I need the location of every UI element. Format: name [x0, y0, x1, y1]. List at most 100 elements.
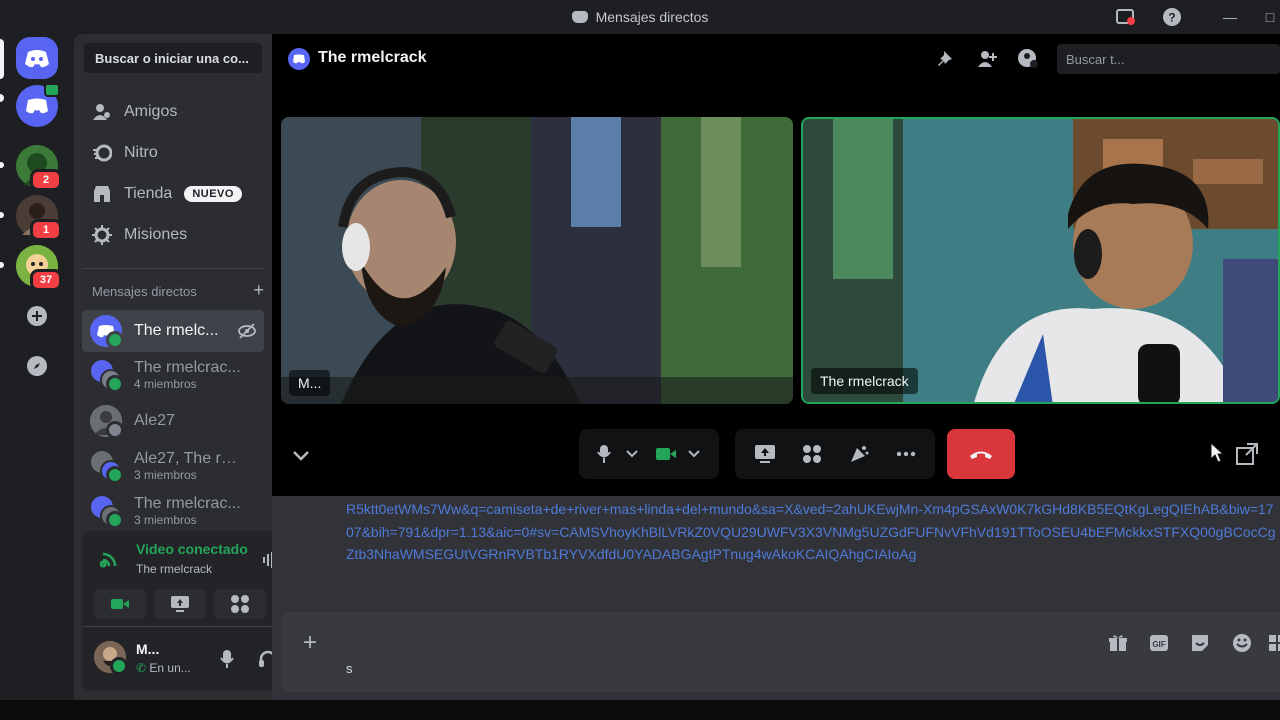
- soundboard-icon: [850, 446, 868, 462]
- user-name[interactable]: M...: [136, 641, 159, 657]
- nav-shop[interactable]: Tienda NUEVO: [82, 174, 264, 214]
- message-link[interactable]: R5ktt0etWMs7Ww&q=camiseta+de+river+mas+l…: [346, 498, 1276, 566]
- video-feed-2: [803, 119, 1278, 402]
- voice-status[interactable]: Video conectado: [136, 541, 248, 557]
- mute-button[interactable]: [216, 648, 238, 670]
- server-avatar-2[interactable]: 1: [16, 195, 62, 241]
- video-tile-1[interactable]: M...: [281, 117, 793, 404]
- server-avatar-1[interactable]: 2: [16, 145, 62, 191]
- soundboard-button[interactable]: [839, 434, 879, 474]
- screen-share-button[interactable]: [154, 589, 206, 619]
- dm-search-button[interactable]: Buscar o iniciar una co...: [84, 43, 262, 73]
- camera-options-chevron-icon[interactable]: [685, 434, 703, 474]
- dm-name: The rmelcrac...: [134, 359, 241, 376]
- server-avatar-3[interactable]: 37: [16, 245, 62, 291]
- voice-channel[interactable]: The rmelcrack: [136, 562, 212, 576]
- av-controls: [579, 429, 719, 479]
- emoji-icon[interactable]: [1231, 632, 1253, 654]
- server-rail: 2 1 37: [0, 34, 74, 700]
- help-icon[interactable]: ?: [1160, 6, 1184, 28]
- maximize-icon[interactable]: □: [1258, 6, 1280, 28]
- more-options-button[interactable]: [886, 434, 926, 474]
- call-actions: [735, 429, 935, 479]
- dm-header: Mensajes directos +: [92, 281, 264, 299]
- participant-name: The rmelcrack: [811, 368, 918, 394]
- attach-plus-icon[interactable]: +: [299, 629, 321, 656]
- discord-logo-icon: [571, 11, 588, 23]
- dm-sidebar: Buscar o iniciar una co... Amigos Nitro …: [74, 34, 338, 700]
- screen-share-button[interactable]: [745, 434, 785, 474]
- unread-badge: 1: [30, 219, 62, 241]
- discover-button[interactable]: [21, 350, 53, 382]
- user-status-text: En un...: [149, 661, 191, 675]
- camera-icon: [656, 448, 676, 460]
- gif-icon[interactable]: GIF: [1148, 632, 1170, 654]
- create-dm-plus-icon[interactable]: +: [253, 281, 264, 299]
- user-profile-icon[interactable]: [1016, 48, 1040, 70]
- quests-icon: [92, 225, 112, 245]
- dm-item-ale27[interactable]: Ale27: [82, 400, 264, 442]
- user-avatar[interactable]: [94, 641, 128, 675]
- activities-icon: [802, 445, 821, 463]
- gift-icon[interactable]: [1107, 632, 1129, 654]
- group-avatar: [90, 359, 124, 393]
- signal-icon[interactable]: [99, 549, 120, 574]
- friends-icon: [92, 102, 112, 122]
- ellipsis-icon: [896, 451, 915, 457]
- apps-icon[interactable]: [1267, 632, 1280, 654]
- add-friends-icon[interactable]: [975, 48, 999, 70]
- activities-icon: [231, 595, 249, 613]
- chat-area: R5ktt0etWMs7Ww&q=camiseta+de+river+mas+l…: [272, 496, 1280, 700]
- server-call-icon[interactable]: [16, 83, 60, 127]
- dm-item-group-2[interactable]: Ale27, The rm... 3 miembros: [82, 445, 264, 487]
- unread-badge: 2: [30, 169, 62, 191]
- dm-name: The rmelcrac...: [134, 495, 241, 512]
- sticker-icon[interactable]: [1189, 632, 1211, 654]
- dm-name: Ale27: [134, 412, 175, 429]
- dm-item-the-rmelcrack[interactable]: The rmelc...: [82, 310, 264, 352]
- online-status: [106, 511, 124, 529]
- activities-button[interactable]: [792, 434, 832, 474]
- video-toggle-button[interactable]: [94, 589, 146, 619]
- nav-quests[interactable]: Misiones: [82, 215, 264, 255]
- nitro-icon: [92, 143, 112, 163]
- new-tag: NUEVO: [184, 186, 242, 202]
- video-tile-2-speaking[interactable]: The rmelcrack: [801, 117, 1280, 404]
- activities-button[interactable]: [214, 589, 266, 619]
- nav-nitro[interactable]: Nitro: [82, 133, 264, 173]
- dm-avatar: [288, 48, 310, 70]
- popout-icon[interactable]: [1235, 442, 1259, 471]
- nav-label: Amigos: [124, 103, 178, 120]
- pin-icon[interactable]: [934, 48, 958, 70]
- dm-item-group-3[interactable]: The rmelcrac... 3 miembros: [82, 490, 264, 532]
- title-bar: Mensajes directos ? — □: [0, 0, 1280, 34]
- camera-button[interactable]: [647, 434, 685, 474]
- video-feed-1: [281, 117, 793, 404]
- dm-name: The rmelc...: [134, 322, 219, 339]
- add-server-button[interactable]: [21, 300, 53, 332]
- mic-options-chevron-icon[interactable]: [623, 434, 641, 474]
- microphone-icon: [220, 650, 234, 668]
- hang-up-button[interactable]: [947, 429, 1015, 479]
- collapse-chevron-icon[interactable]: [290, 444, 312, 471]
- avatar: [90, 405, 124, 439]
- message-composer[interactable]: + s GIF: [281, 612, 1280, 692]
- divider: [82, 268, 264, 269]
- minimize-icon[interactable]: —: [1218, 6, 1242, 28]
- header-search-input[interactable]: Buscar t...: [1057, 44, 1280, 74]
- microphone-button[interactable]: [585, 434, 623, 474]
- screen-share-icon: [171, 596, 189, 612]
- group-avatar: [90, 495, 124, 529]
- home-button[interactable]: [16, 37, 58, 79]
- phone-icon: ✆: [136, 661, 150, 675]
- composer-input[interactable]: s: [346, 661, 353, 676]
- hidden-eye-icon[interactable]: [238, 322, 256, 345]
- channel-header: The rmelcrack Buscar t...: [272, 34, 1280, 82]
- dm-name: Ale27, The rm...: [134, 450, 244, 467]
- dm-item-group-1[interactable]: The rmelcrac... 4 miembros: [82, 354, 264, 396]
- selected-indicator: [0, 39, 4, 79]
- nav-label: Tienda: [124, 185, 173, 202]
- nav-friends[interactable]: Amigos: [82, 92, 264, 132]
- inbox-icon[interactable]: [1113, 6, 1137, 28]
- dm-header-label: Mensajes directos: [92, 284, 197, 299]
